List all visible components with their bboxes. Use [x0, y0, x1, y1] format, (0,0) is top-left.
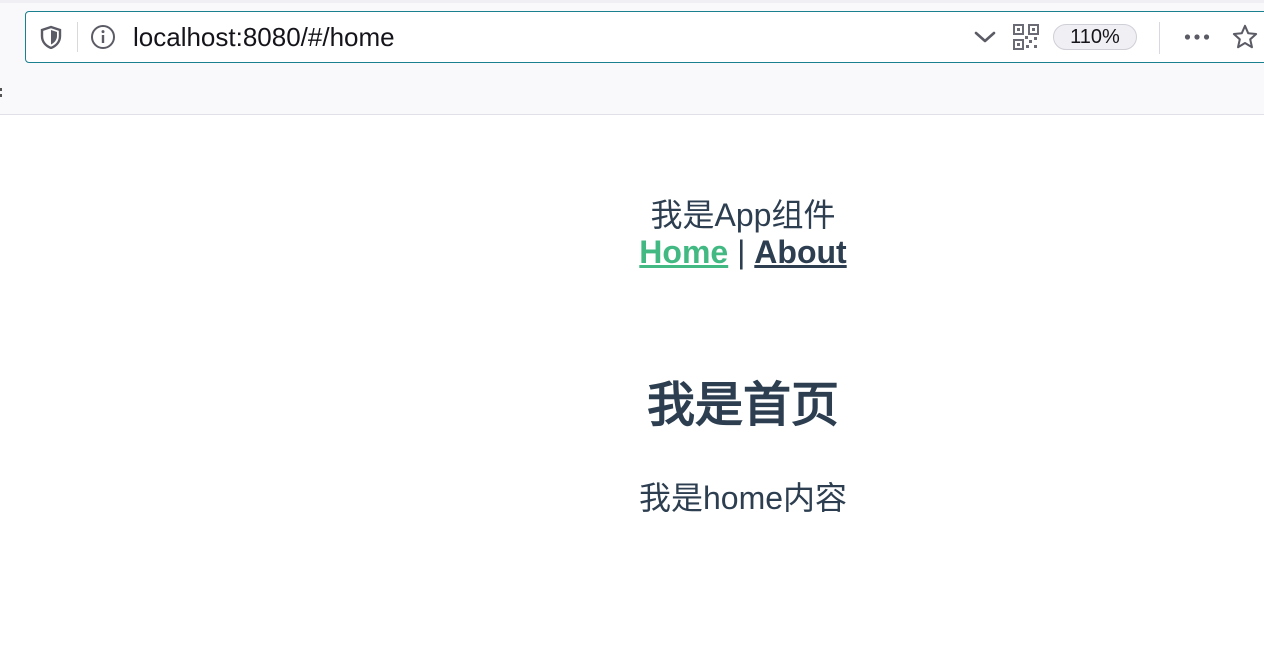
page-content: 我是App组件 Home | About 我是首页 我是home内容 [0, 115, 1264, 655]
info-icon[interactable] [90, 24, 116, 50]
nav-separator: | [737, 234, 755, 270]
nav-link-home[interactable]: Home [639, 234, 728, 270]
page-heading: 我是首页 [646, 379, 839, 432]
shield-icon[interactable] [38, 24, 64, 50]
toolbar-divider [1159, 22, 1160, 54]
qr-code-icon[interactable] [1013, 24, 1039, 50]
chevron-down-icon[interactable] [972, 24, 998, 50]
page-text: 我是home内容 [638, 480, 848, 516]
address-bar[interactable]: localhost:8080/#/home 110% [25, 11, 1264, 63]
zoom-level-button[interactable]: 110% [1053, 24, 1137, 50]
browser-toolbar: localhost:8080/#/home 110% [0, 0, 1264, 115]
url-text[interactable]: localhost:8080/#/home [133, 22, 395, 52]
window-edge-mark [0, 86, 2, 100]
address-bar-divider [77, 22, 78, 52]
nav-links: Home | About [0, 232, 1264, 272]
more-icon[interactable] [1184, 24, 1210, 50]
nav-link-about[interactable]: About [754, 234, 846, 270]
app-title: 我是App组件 [650, 197, 836, 233]
star-icon[interactable] [1232, 24, 1258, 50]
toolbar-top-edge [0, 0, 1264, 3]
